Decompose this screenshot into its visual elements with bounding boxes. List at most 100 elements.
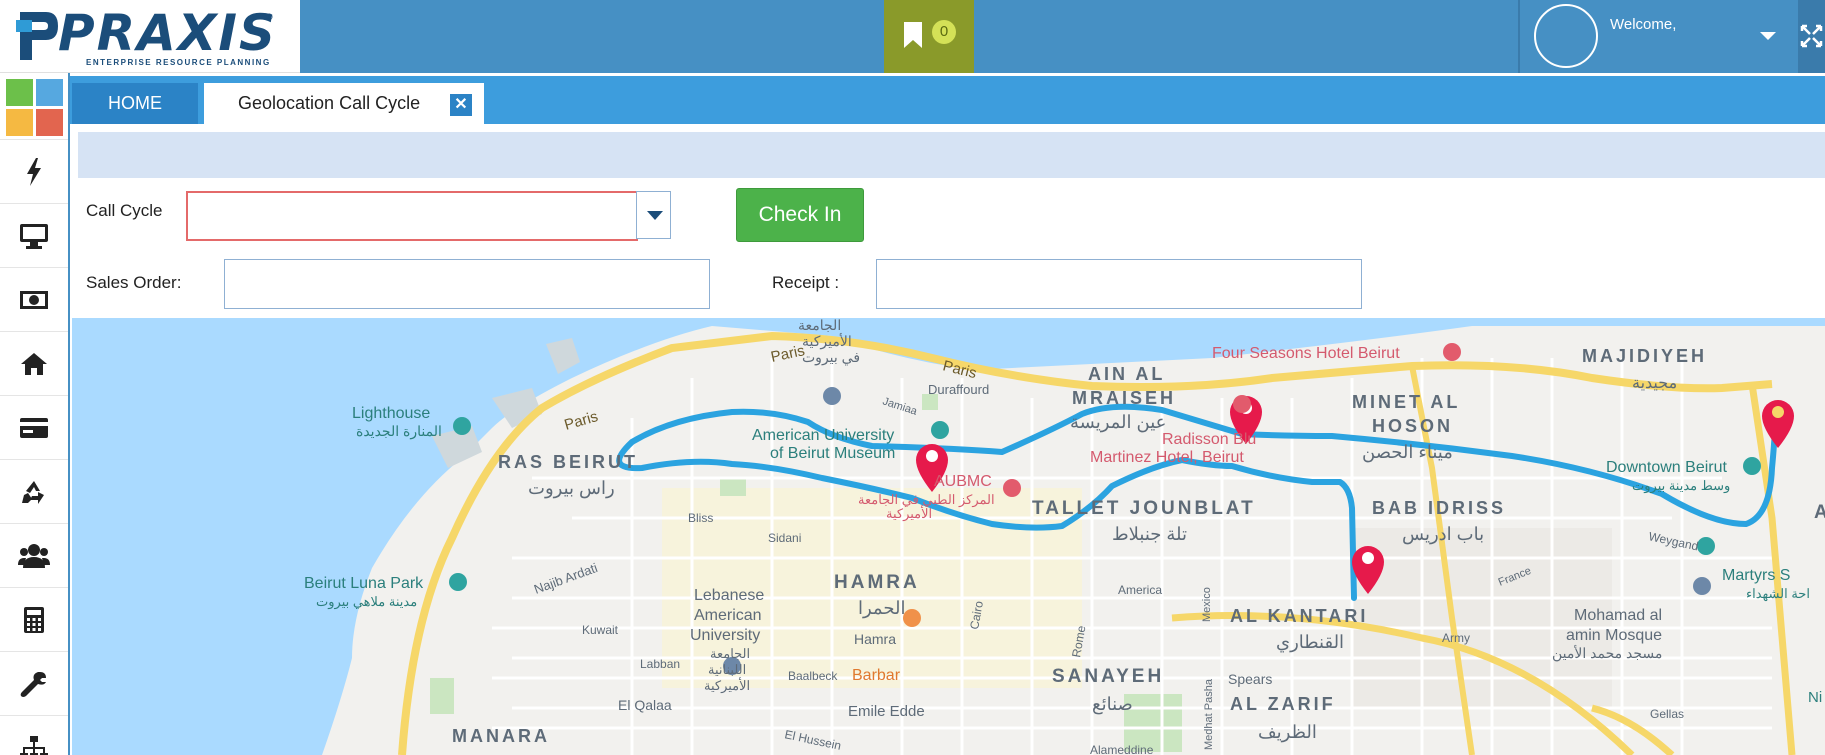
map-label: Gellas [1650,707,1684,721]
map-label: AIN AL [1088,364,1165,384]
registered-mark: ® [266,12,273,22]
map-label: عين المريسة [1070,412,1166,433]
fullscreen-button[interactable] [1798,0,1825,73]
map-label: Beirut Luna Park [304,575,424,592]
map-label: Hamra [854,631,896,647]
sidebar-item-recycle[interactable] [0,459,68,523]
bolt-icon [27,157,41,186]
map-label: America [1118,583,1162,597]
user-menu[interactable]: Welcome, [1518,0,1798,73]
poi-martyrs-icon [1697,537,1715,555]
map-label: الجامعة [798,318,841,333]
chevron-down-icon[interactable] [1760,32,1776,40]
recycle-icon [22,480,44,504]
poi-hospital-icon [1003,479,1021,497]
map-label: AL KANTARI [1230,606,1368,626]
map-label: راس بيروت [528,478,615,499]
map-block [1352,528,1612,708]
sidebar-item-bolt[interactable] [0,139,68,203]
map-label: Ni [1808,689,1822,706]
top-bar: PRAXIS ® ENTERPRISE RESOURCE PLANNING 0 … [0,0,1825,73]
map-label: A [1814,502,1825,523]
map-label: الأميركية [802,332,852,350]
home-icon [21,352,47,375]
map-label: Medhat Pasha [1203,678,1215,750]
map-label: في بيروت [802,349,860,366]
map-label: HOSON [1372,416,1453,436]
tab-label: Geolocation Call Cycle [238,93,421,113]
map-label: مجيدية [1632,375,1677,392]
logo-subtitle: ENTERPRISE RESOURCE PLANNING [86,58,271,67]
map-label: Alameddine [1090,743,1154,755]
map-park [430,678,454,714]
caret-down-icon [647,211,663,220]
map-label: MAJIDIYEH [1582,346,1707,366]
map-label: American University [752,427,894,444]
check-in-button[interactable]: Check In [736,188,864,242]
call-cycle-dropdown-button[interactable] [636,191,671,239]
map-label: Spears [1228,671,1272,687]
map-label: Sidani [768,531,801,545]
avatar[interactable] [1534,4,1598,68]
map-canvas[interactable]: Paris Paris Paris Lighthouse المنارة الج… [72,318,1825,755]
close-icon[interactable]: ✕ [450,94,472,116]
sidebar-item-users[interactable] [0,523,68,587]
bookmark-icon [904,22,922,48]
map-label: Lighthouse [352,405,430,422]
sidebar-item-monitor[interactable] [0,203,68,267]
map-label: الأميركية [886,505,932,522]
map-label: Labban [640,657,680,671]
receipt-field[interactable] [876,259,1362,309]
bookmarks-button[interactable]: 0 [884,0,974,73]
sidebar-item-home[interactable] [0,331,68,395]
poi-museum-icon [931,421,949,439]
sidebar-item-sitemap[interactable] [0,715,68,755]
map-label: Radisson Blu [1162,431,1256,448]
wrench-icon [20,671,46,697]
map-label: ميناء الحصن [1362,442,1453,463]
sidebar-item-calculator[interactable] [0,587,68,651]
map-label: احة الشهداء [1746,586,1810,602]
map-label: of Beirut Museum [770,445,895,462]
sidebar-item-money[interactable] [0,267,68,331]
map-label: اللبنانية [708,662,746,677]
poi-downtown-icon [1743,457,1761,475]
map-label: Martinez Hotel, Beirut [1090,449,1244,466]
tab-bar: HOME Geolocation Call Cycle ✕ [70,76,1825,124]
map-label: باب ادريس [1402,524,1484,545]
map-label: Kuwait [582,623,619,637]
logo[interactable]: PRAXIS ® ENTERPRISE RESOURCE PLANNING [0,0,300,73]
call-cycle-field[interactable] [186,191,638,241]
map-label: AL ZARIF [1230,694,1336,714]
map-label: amin Mosque [1566,627,1662,644]
map-label: MANARA [452,726,550,746]
welcome-text: Welcome, [1610,16,1677,33]
sidebar [0,73,70,755]
tab-geolocation-call-cycle[interactable]: Geolocation Call Cycle [204,83,484,124]
monitor-icon [20,223,48,249]
sidebar-item-card[interactable] [0,395,68,459]
map-label: Four Seasons Hotel Beirut [1212,345,1400,362]
map-park [720,478,746,496]
map-label: Army [1442,631,1470,645]
map-label: Duraffourd [928,382,989,397]
map-label: Lebanese [694,587,764,604]
map[interactable]: Paris Paris Paris Lighthouse المنارة الج… [72,318,1825,755]
map-label: مدينة ملاهي بيروت [316,594,417,610]
sales-order-label: Sales Order: [86,273,182,292]
map-label: Emile Edde [848,703,925,720]
poi-lunapark-icon [449,573,467,591]
sitemap-icon [20,735,48,755]
poi-university-icon [823,387,841,405]
poi-mosque-icon [1693,577,1711,595]
money-icon [20,290,48,309]
sales-order-field[interactable] [224,259,710,309]
map-label: HAMRA [834,572,920,593]
tab-home[interactable]: HOME [72,83,198,124]
map-label: القنطاري [1276,632,1344,653]
expand-icon [1800,24,1823,48]
poi-restaurant-icon [903,609,921,627]
credit-card-icon [20,417,48,438]
sidebar-item-tools[interactable] [0,651,68,715]
apps-grid-icon[interactable] [6,79,64,137]
